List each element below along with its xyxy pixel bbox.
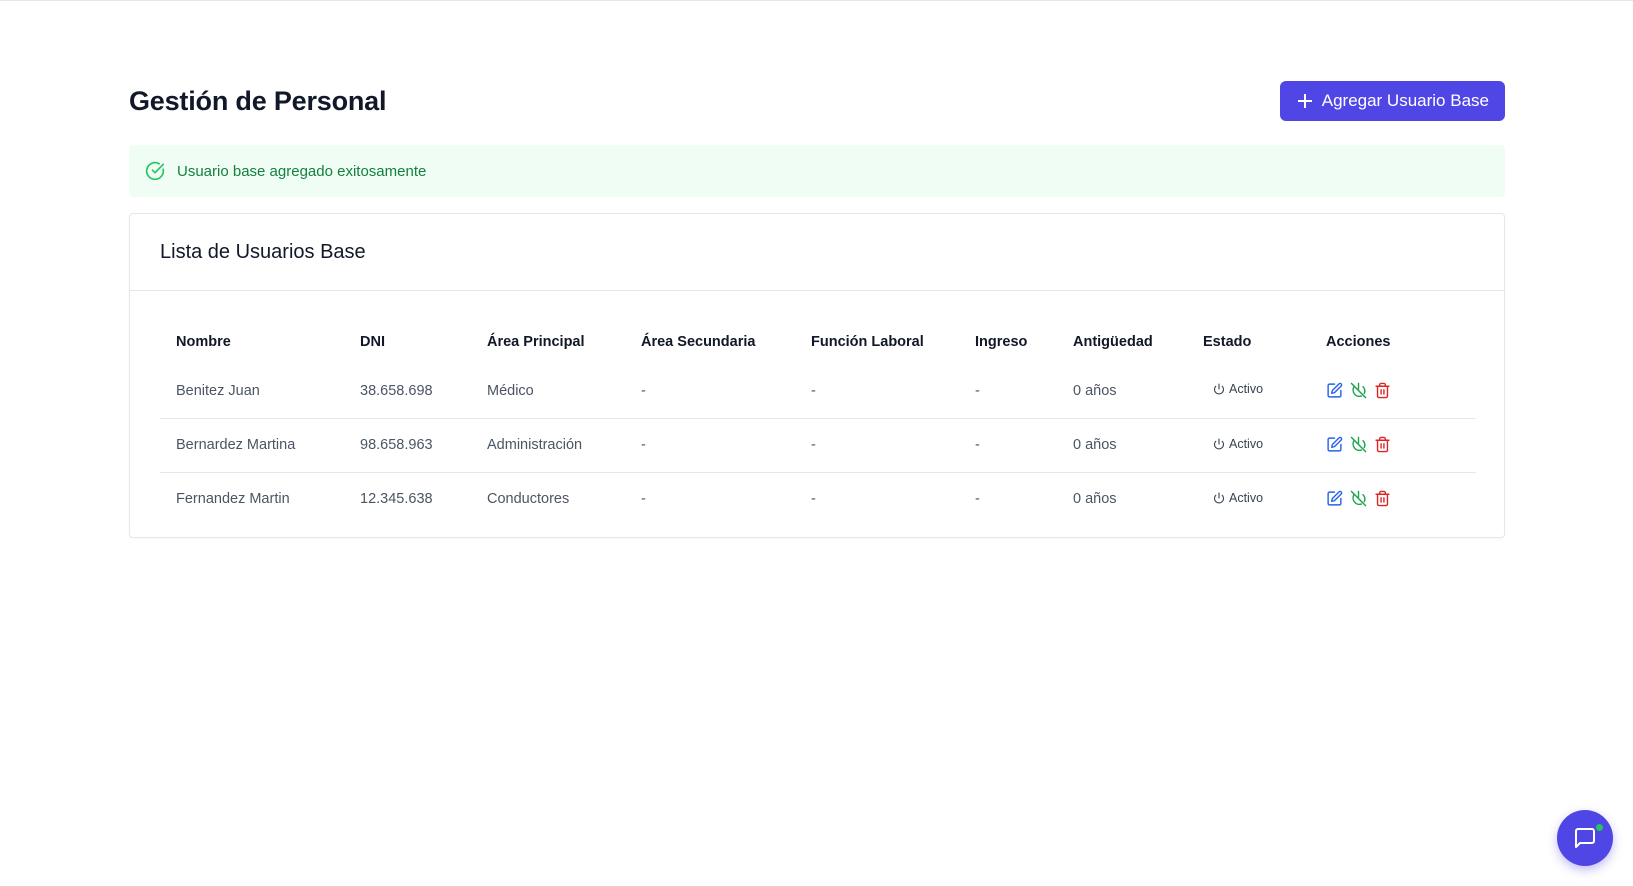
cell-dni: 38.658.698	[360, 382, 433, 399]
users-card: Lista de Usuarios Base Nombre DNI Área P…	[129, 213, 1505, 538]
online-indicator	[1594, 822, 1605, 833]
edit-icon[interactable]	[1326, 490, 1344, 508]
column-header-funcion-laboral: Función Laboral	[811, 334, 924, 350]
status-label: Activo	[1229, 436, 1264, 451]
cell-funcion-laboral: -	[811, 491, 816, 508]
power-icon	[1213, 383, 1225, 395]
column-header-dni: DNI	[360, 334, 385, 350]
trash-icon[interactable]	[1374, 436, 1392, 454]
users-table: Nombre DNI Área Principal Área Secundari…	[160, 320, 1476, 526]
status-badge: Activo	[1213, 491, 1263, 505]
column-header-area-principal: Área Principal	[487, 334, 585, 350]
add-user-base-button[interactable]: Agregar Usuario Base	[1279, 81, 1505, 121]
status-label: Activo	[1229, 490, 1264, 505]
chat-button[interactable]	[1557, 810, 1613, 866]
trash-icon[interactable]	[1374, 382, 1392, 400]
plus-icon	[1297, 94, 1312, 108]
column-header-area-secundaria: Área Secundaria	[641, 334, 756, 350]
edit-icon[interactable]	[1326, 382, 1344, 400]
status-badge: Activo	[1213, 437, 1263, 451]
cell-nombre: Bernardez Martina	[176, 437, 296, 453]
column-header-antiguedad: Antigüedad	[1073, 334, 1153, 350]
top-divider	[0, 0, 1633, 1]
table-row: Bernardez Martina 98.658.963 Administrac…	[160, 418, 1476, 472]
cell-area-secundaria: -	[641, 437, 646, 453]
add-user-base-button-label: Agregar Usuario Base	[1321, 91, 1489, 110]
power-icon	[1213, 492, 1225, 504]
status-label: Activo	[1229, 382, 1264, 397]
trash-icon[interactable]	[1374, 490, 1392, 508]
cell-area-principal: Administración	[487, 437, 583, 453]
edit-icon[interactable]	[1326, 436, 1344, 454]
table-row: Fernandez Martin 12.345.638 Conductores …	[160, 472, 1476, 526]
cell-acciones	[1310, 418, 1476, 472]
page-title: Gestión de Personal	[129, 85, 387, 116]
alert-message: Usuario base agregado exitosamente	[177, 162, 427, 180]
power-off-icon[interactable]	[1350, 436, 1368, 454]
cell-ingreso: -	[975, 491, 980, 508]
status-badge: Activo	[1213, 382, 1263, 396]
cell-antiguedad: 0 años	[1073, 437, 1117, 453]
cell-area-secundaria: -	[641, 491, 646, 508]
cell-ingreso: -	[975, 382, 980, 399]
column-header-ingreso: Ingreso	[975, 334, 1028, 350]
cell-funcion-laboral: -	[811, 437, 816, 453]
table-header-row: Nombre DNI Área Principal Área Secundari…	[160, 320, 1476, 364]
card-title: Lista de Usuarios Base	[160, 240, 366, 263]
cell-funcion-laboral: -	[811, 382, 816, 399]
cell-antiguedad: 0 años	[1073, 491, 1117, 508]
cell-area-principal: Médico	[487, 382, 534, 399]
cell-acciones	[1310, 472, 1476, 526]
cell-ingreso: -	[975, 437, 980, 453]
power-icon	[1213, 437, 1225, 450]
check-circle-icon	[145, 161, 165, 181]
cell-nombre: Benitez Juan	[176, 382, 260, 399]
cell-dni: 12.345.638	[360, 491, 433, 508]
cell-estado: Activo	[1187, 418, 1310, 472]
cell-dni: 98.658.963	[360, 437, 433, 453]
cell-nombre: Fernandez Martin	[176, 491, 290, 508]
cell-estado: Activo	[1187, 472, 1310, 526]
cell-area-principal: Conductores	[487, 491, 570, 508]
success-alert: Usuario base agregado exitosamente	[129, 145, 1505, 197]
card-header: Lista de Usuarios Base	[130, 214, 1504, 291]
cell-estado: Activo	[1187, 364, 1310, 418]
chat-icon	[1575, 828, 1595, 848]
column-header-nombre: Nombre	[176, 334, 231, 350]
page-header: Gestión de Personal Agregar Usuario Base	[129, 81, 1505, 121]
column-header-estado: Estado	[1203, 334, 1252, 350]
cell-acciones	[1310, 364, 1476, 418]
column-header-acciones: Acciones	[1326, 334, 1391, 350]
power-off-icon[interactable]	[1350, 382, 1368, 400]
power-off-icon[interactable]	[1350, 490, 1368, 508]
cell-area-secundaria: -	[641, 382, 646, 399]
cell-antiguedad: 0 años	[1073, 382, 1117, 399]
table-row: Benitez Juan 38.658.698 Médico - - - 0 a…	[160, 364, 1476, 418]
